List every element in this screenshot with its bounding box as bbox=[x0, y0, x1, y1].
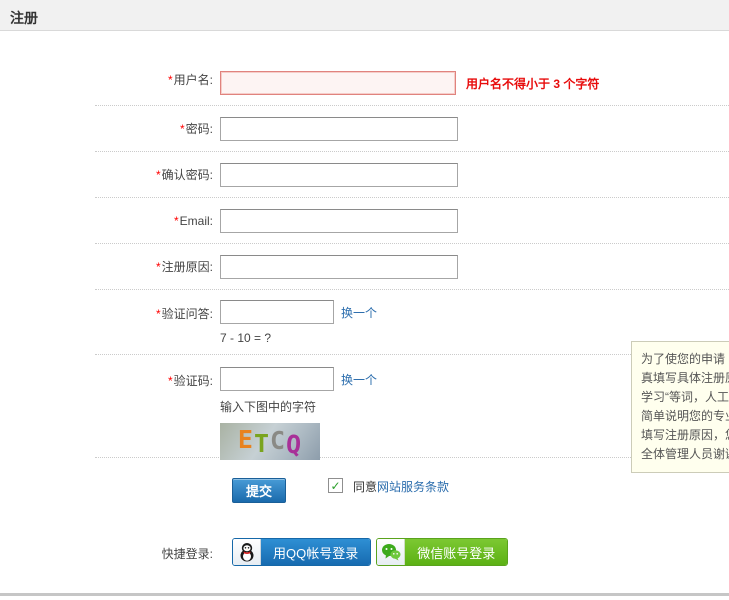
required-asterisk: * bbox=[168, 374, 173, 388]
captcha-image[interactable]: E T C Q bbox=[220, 423, 320, 460]
quick-login-row: 快捷登录: 用QQ帐号登录 bbox=[95, 530, 729, 594]
change-question-link[interactable]: 换一个 bbox=[341, 304, 377, 321]
username-input[interactable] bbox=[220, 71, 456, 95]
confirm-password-input[interactable] bbox=[220, 163, 458, 187]
required-asterisk: * bbox=[180, 122, 185, 136]
wechat-icon bbox=[377, 539, 405, 565]
username-error-message: 用户名不得小于 3 个字符 bbox=[466, 75, 599, 92]
qq-login-button[interactable]: 用QQ帐号登录 bbox=[232, 538, 371, 566]
confirm-password-label: *确认密码: bbox=[95, 166, 220, 183]
submit-button[interactable]: 提交 bbox=[232, 478, 286, 503]
wechat-login-button[interactable]: 微信账号登录 bbox=[376, 538, 508, 566]
reason-input[interactable] bbox=[220, 255, 458, 279]
agree-checkbox[interactable]: ✓ bbox=[328, 478, 343, 493]
security-answer-input[interactable] bbox=[220, 300, 334, 324]
reason-row: *注册原因: bbox=[95, 244, 729, 290]
security-question-label: *验证问答: bbox=[95, 300, 220, 322]
qq-login-label: 用QQ帐号登录 bbox=[261, 539, 370, 565]
notice-line: 简单说明您的专业 bbox=[641, 407, 729, 426]
captcha-letter: Q bbox=[285, 432, 302, 458]
quick-login-label: 快捷登录: bbox=[95, 538, 220, 562]
password-input[interactable] bbox=[220, 117, 458, 141]
required-asterisk: * bbox=[168, 73, 173, 87]
registration-notice-tooltip: 为了使您的申请 真填写具体注册原因 学习“等词，人工 简单说明您的专业 填写注册… bbox=[631, 341, 729, 473]
notice-line: 填写注册原因，您 bbox=[641, 426, 729, 445]
qq-icon bbox=[233, 539, 261, 565]
page-header: 注册 bbox=[0, 0, 729, 31]
captcha-label: *验证码: bbox=[95, 367, 220, 389]
page-title: 注册 bbox=[0, 0, 729, 28]
email-label: *Email: bbox=[95, 214, 220, 228]
captcha-letter: T bbox=[254, 431, 270, 456]
notice-line: 为了使您的申请 bbox=[641, 350, 729, 369]
confirm-password-row: *确认密码: bbox=[95, 152, 729, 198]
notice-line: 真填写具体注册原因 bbox=[641, 369, 729, 388]
password-label: *密码: bbox=[95, 120, 220, 137]
notice-line: 学习“等词，人工 bbox=[641, 388, 729, 407]
reason-label: *注册原因: bbox=[95, 258, 220, 275]
required-asterisk: * bbox=[174, 214, 179, 228]
password-row: *密码: bbox=[95, 106, 729, 152]
captcha-letter: E bbox=[238, 427, 254, 452]
captcha-input[interactable] bbox=[220, 367, 334, 391]
email-input[interactable] bbox=[220, 209, 458, 233]
required-asterisk: * bbox=[156, 260, 161, 274]
username-label: *用户名: bbox=[95, 71, 220, 88]
email-row: *Email: bbox=[95, 198, 729, 244]
terms-link[interactable]: 网站服务条款 bbox=[377, 480, 449, 494]
bottom-divider bbox=[0, 593, 729, 596]
wechat-login-label: 微信账号登录 bbox=[405, 539, 507, 565]
captcha-letter: C bbox=[270, 428, 286, 453]
change-captcha-link[interactable]: 换一个 bbox=[341, 371, 377, 388]
agree-text: 同意网站服务条款 bbox=[353, 478, 449, 495]
required-asterisk: * bbox=[156, 168, 161, 182]
username-row: *用户名: 用户名不得小于 3 个字符 bbox=[95, 31, 729, 106]
required-asterisk: * bbox=[156, 307, 161, 321]
notice-line: 全体管理人员谢谢 bbox=[641, 445, 729, 464]
submit-row: 提交 ✓ 同意网站服务条款 bbox=[68, 458, 729, 530]
